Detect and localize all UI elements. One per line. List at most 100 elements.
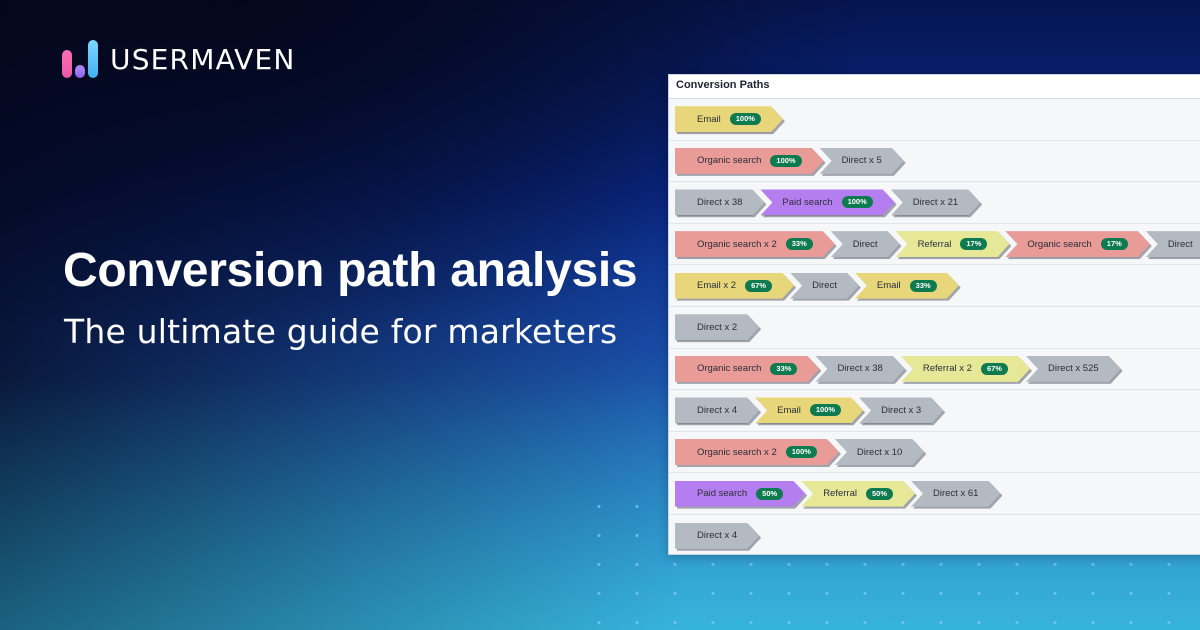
step-label: Direct x 10 xyxy=(856,446,903,458)
path-step-email[interactable]: Email x 2 67% xyxy=(675,273,794,299)
path-steps: Organic search 100% Direct x 5 xyxy=(675,148,900,174)
percent-badge: 17% xyxy=(960,238,987,250)
step-label: Direct x 4 xyxy=(697,530,738,542)
path-step-paid[interactable]: Paid search 100% xyxy=(760,189,894,215)
step-label: Referral xyxy=(917,238,952,250)
path-step-direct[interactable]: Direct x 5 xyxy=(820,148,904,174)
step-label: Paid search xyxy=(782,196,833,208)
path-step-direct[interactable]: Direct x 525 xyxy=(1026,356,1121,382)
logo-bar-pink xyxy=(62,50,72,78)
path-row[interactable]: Organic search x 2 100% Direct x 10 xyxy=(669,431,1200,474)
logo-bar-purple xyxy=(75,65,85,78)
step-label: Direct x 38 xyxy=(697,196,743,208)
percent-badge: 33% xyxy=(786,238,813,250)
step-label: Referral xyxy=(823,488,857,500)
path-step-email[interactable]: Email 100% xyxy=(755,397,863,423)
path-steps: Direct x 2 xyxy=(675,314,755,340)
path-step-direct[interactable]: Direct x 61 xyxy=(911,481,1000,507)
step-label: Organic search xyxy=(697,155,762,167)
step-label: Organic search xyxy=(697,363,762,375)
step-label: Direct x 2 xyxy=(697,321,738,333)
panel-title: Conversion Paths xyxy=(669,75,1200,99)
page-subtitle: The ultimate guide for marketers xyxy=(64,312,618,351)
path-steps: Organic search 33% Direct x 38 Referral x 2… xyxy=(675,356,1117,382)
path-step-paid[interactable]: Paid search 50% xyxy=(675,481,805,507)
path-row[interactable]: Paid search 50% Referral 50% Direct x 61 xyxy=(669,473,1200,515)
step-label: Direct x 4 xyxy=(697,404,738,416)
path-step-direct[interactable]: Direct x 4 xyxy=(675,523,759,549)
step-label: Direct x 21 xyxy=(912,196,959,208)
path-step-direct[interactable]: Direct x 21 xyxy=(891,189,980,215)
path-step-direct[interactable]: Direct xyxy=(1146,231,1200,257)
percent-badge: 67% xyxy=(981,363,1008,375)
path-step-referral[interactable]: Referral x 2 67% xyxy=(901,356,1030,382)
path-row[interactable]: Direct x 4 xyxy=(669,514,1200,554)
step-label: Paid search xyxy=(697,488,748,500)
percent-badge: 100% xyxy=(842,196,873,208)
step-label: Organic search xyxy=(1027,238,1092,250)
path-row[interactable]: Organic search 100% Direct x 5 xyxy=(669,140,1200,183)
brand-name: USERMAVEN xyxy=(110,42,296,76)
step-label: Direct x 3 xyxy=(881,404,922,416)
path-step-organic[interactable]: Organic search 100% xyxy=(675,148,824,174)
path-step-direct[interactable]: Direct xyxy=(831,231,900,257)
logo-bar-cyan xyxy=(88,40,98,78)
path-steps: Organic search x 2 33% Direct Referral 17% Or… xyxy=(675,231,1200,257)
path-step-organic[interactable]: Organic search x 2 100% xyxy=(675,439,839,465)
path-step-direct[interactable]: Direct xyxy=(790,273,859,299)
percent-badge: 100% xyxy=(770,155,801,167)
path-row[interactable]: Direct x 4 Email 100% Direct x 3 xyxy=(669,390,1200,432)
step-label: Direct xyxy=(1167,238,1193,250)
bar-chart-logo-icon xyxy=(62,40,102,78)
step-label: Email x 2 xyxy=(697,280,737,292)
percent-badge: 17% xyxy=(1101,238,1128,250)
path-step-direct[interactable]: Direct x 38 xyxy=(675,189,764,215)
percent-badge: 100% xyxy=(730,113,761,125)
path-list: Email 100% Organic search 100% Direct x 5 Dir… xyxy=(669,99,1200,554)
path-steps: Paid search 50% Referral 50% Direct x 61 xyxy=(675,481,996,507)
step-label: Direct x 5 xyxy=(841,155,882,167)
path-step-organic[interactable]: Organic search 17% xyxy=(1005,231,1149,257)
percent-badge: 50% xyxy=(756,488,783,500)
step-label: Direct xyxy=(812,280,837,292)
conversion-paths-panel: Conversion Paths Email 100% Organic search… xyxy=(668,74,1200,555)
path-step-organic[interactable]: Organic search 33% xyxy=(675,356,819,382)
path-step-direct[interactable]: Direct x 4 xyxy=(675,397,759,423)
path-row[interactable]: Email 100% xyxy=(669,99,1200,141)
percent-badge: 100% xyxy=(786,446,817,458)
path-step-direct[interactable]: Direct x 2 xyxy=(675,314,759,340)
step-label: Direct x 61 xyxy=(933,488,979,500)
percent-badge: 33% xyxy=(910,280,937,292)
path-step-email[interactable]: Email 33% xyxy=(855,273,959,299)
path-step-email[interactable]: Email 100% xyxy=(675,106,783,132)
step-label: Email xyxy=(777,404,801,416)
path-steps: Email x 2 67% Direct Email 33% xyxy=(675,273,955,299)
step-label: Referral x 2 xyxy=(922,363,972,375)
step-label: Email xyxy=(697,113,721,125)
path-row[interactable]: Email x 2 67% Direct Email 33% xyxy=(669,265,1200,307)
path-step-referral[interactable]: Referral 50% xyxy=(801,481,915,507)
path-steps: Direct x 4 xyxy=(675,523,755,549)
path-steps: Direct x 4 Email 100% Direct x 3 xyxy=(675,397,939,423)
path-step-referral[interactable]: Referral 17% xyxy=(896,231,1010,257)
path-steps: Email 100% xyxy=(675,106,779,132)
path-step-organic[interactable]: Organic search x 2 33% xyxy=(675,231,835,257)
percent-badge: 100% xyxy=(810,404,841,416)
path-step-direct[interactable]: Direct x 3 xyxy=(859,397,943,423)
step-label: Organic search x 2 xyxy=(697,446,777,458)
path-step-direct[interactable]: Direct x 38 xyxy=(815,356,904,382)
brand-logo: USERMAVEN xyxy=(62,40,296,78)
page-title: Conversion path analysis xyxy=(63,244,638,297)
step-label: Direct x 525 xyxy=(1047,363,1099,375)
path-row[interactable]: Organic search x 2 33% Direct Referral 17% Or… xyxy=(669,223,1200,266)
path-row[interactable]: Direct x 2 xyxy=(669,306,1200,349)
percent-badge: 33% xyxy=(770,363,797,375)
step-label: Organic search x 2 xyxy=(697,238,777,250)
path-step-direct[interactable]: Direct x 10 xyxy=(835,439,924,465)
step-label: Direct xyxy=(852,238,878,250)
path-steps: Organic search x 2 100% Direct x 10 xyxy=(675,439,920,465)
step-label: Direct x 38 xyxy=(837,363,883,375)
percent-badge: 67% xyxy=(745,280,772,292)
path-row[interactable]: Organic search 33% Direct x 38 Referral x 2… xyxy=(669,348,1200,391)
path-row[interactable]: Direct x 38 Paid search 100% Direct x 21 xyxy=(669,182,1200,224)
